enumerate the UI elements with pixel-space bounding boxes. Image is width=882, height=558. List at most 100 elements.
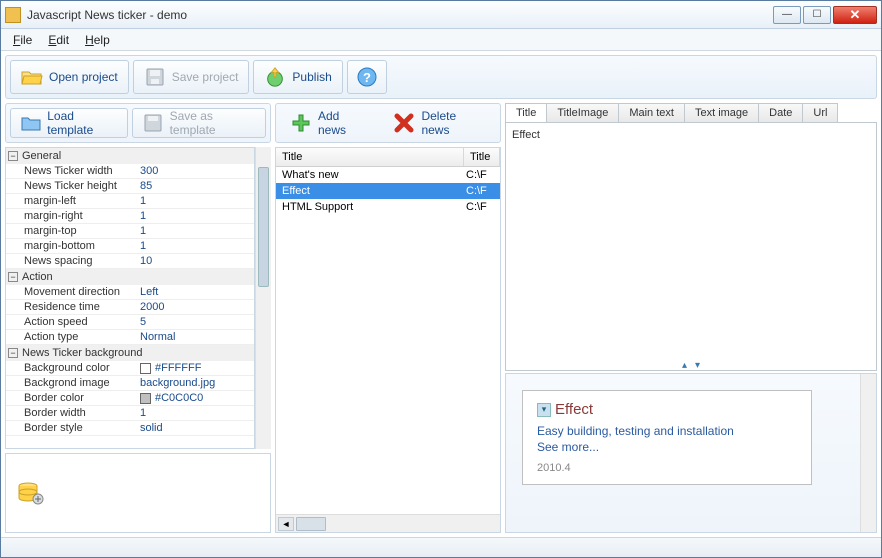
property-row[interactable]: margin-left1 <box>6 194 254 209</box>
property-row[interactable]: margin-bottom1 <box>6 239 254 254</box>
property-value: background.jpg <box>140 377 215 389</box>
property-row[interactable]: Residence time 2000 <box>6 300 254 315</box>
preview-line2[interactable]: See more... <box>537 440 797 454</box>
property-group-general[interactable]: −General <box>6 148 254 164</box>
property-group-news-ticker-background[interactable]: −News Ticker background <box>6 345 254 361</box>
news-img-path: C:\F <box>464 184 500 198</box>
property-value: 10 <box>140 255 152 267</box>
scroll-thumb[interactable] <box>296 517 326 531</box>
property-grid[interactable]: −GeneralNews Ticker width300News Ticker … <box>5 147 255 449</box>
property-row[interactable]: News spacing 10 <box>6 254 254 269</box>
collapse-icon[interactable]: − <box>8 272 18 282</box>
news-list-row[interactable]: What's newC:\F <box>276 167 500 183</box>
property-row[interactable]: Border color#C0C0C0 <box>6 391 254 406</box>
property-group-label: News Ticker background <box>22 347 142 359</box>
property-key: News spacing <box>6 254 136 268</box>
scroll-left-icon[interactable]: ◄ <box>278 517 294 531</box>
property-value: 1 <box>140 195 146 207</box>
property-group-label: General <box>22 150 61 162</box>
add-news-label: Add news <box>318 109 369 137</box>
property-key: Border style <box>6 421 136 435</box>
property-row[interactable]: News Ticker width 300 <box>6 164 254 179</box>
plus-icon <box>290 112 312 134</box>
property-row[interactable]: Border style solid <box>6 421 254 436</box>
color-swatch-icon <box>140 363 151 374</box>
property-value: 1 <box>140 210 146 222</box>
news-list-hscroll[interactable]: ◄ <box>276 514 500 532</box>
save-as-template-button[interactable]: Save as template <box>132 108 266 138</box>
delete-x-icon <box>393 112 415 134</box>
menu-help[interactable]: Help <box>79 31 116 49</box>
menu-edit[interactable]: Edit <box>42 31 75 49</box>
app-icon <box>5 7 21 23</box>
menu-file[interactable]: File <box>7 31 38 49</box>
tab-date[interactable]: Date <box>758 103 803 122</box>
app-window: Javascript News ticker - demo — ☐ ✕ File… <box>0 0 882 558</box>
minimize-button[interactable]: — <box>773 6 801 24</box>
delete-news-button[interactable]: Delete news <box>383 108 496 138</box>
tab-text-image[interactable]: Text image <box>684 103 759 122</box>
maximize-button[interactable]: ☐ <box>803 6 831 24</box>
tab-titleimage[interactable]: TitleImage <box>546 103 619 122</box>
save-project-button[interactable]: Save project <box>133 60 250 94</box>
news-list-body[interactable]: What's newC:\FEffectC:\FHTML SupportC:\F <box>276 167 500 514</box>
preview-title: Effect <box>555 401 593 418</box>
property-value: solid <box>140 422 163 434</box>
news-list-row[interactable]: HTML SupportC:\F <box>276 199 500 215</box>
tab-url[interactable]: Url <box>802 103 838 122</box>
check-icon: ▾ <box>537 403 551 417</box>
property-row[interactable]: Action speed5 <box>6 315 254 330</box>
preview-date: 2010.4 <box>537 462 797 474</box>
property-row[interactable]: Background color#FFFFFF <box>6 361 254 376</box>
property-key: News Ticker width <box>6 164 136 178</box>
property-value: 2000 <box>140 301 164 313</box>
property-value: 1 <box>140 225 146 237</box>
property-row[interactable]: News Ticker height85 <box>6 179 254 194</box>
property-row[interactable]: margin-top1 <box>6 224 254 239</box>
property-value: 300 <box>140 165 158 177</box>
news-img-path: C:\F <box>464 168 500 182</box>
property-group-action[interactable]: −Action <box>6 269 254 285</box>
load-template-button[interactable]: Load template <box>10 108 128 138</box>
delete-news-label: Delete news <box>421 109 486 137</box>
property-grid-scrollbar[interactable] <box>255 147 271 449</box>
property-key: Backgrond image <box>6 376 136 390</box>
preview-scrollbar[interactable] <box>860 374 876 532</box>
news-list-row[interactable]: EffectC:\F <box>276 183 500 199</box>
tab-main-text[interactable]: Main text <box>618 103 685 122</box>
news-toolbar: Add news Delete news <box>275 103 501 143</box>
publish-button[interactable]: Publish <box>253 60 342 94</box>
tab-content[interactable]: Effect <box>505 122 877 371</box>
collapse-icon[interactable]: − <box>8 348 18 358</box>
open-project-button[interactable]: Open project <box>10 60 129 94</box>
next-icon[interactable]: ▾ <box>695 360 700 371</box>
property-key: Residence time <box>6 300 136 314</box>
col-title[interactable]: Title <box>276 148 464 166</box>
load-template-label: Load template <box>47 109 117 137</box>
property-row[interactable]: Border width1 <box>6 406 254 421</box>
add-news-button[interactable]: Add news <box>280 108 379 138</box>
news-title: What's new <box>276 168 464 182</box>
property-key: Action speed <box>6 315 136 329</box>
close-button[interactable]: ✕ <box>833 6 877 24</box>
news-img-path: C:\F <box>464 200 500 214</box>
property-row[interactable]: Backgrond image background.jpg <box>6 376 254 391</box>
prev-icon[interactable]: ▴ <box>682 360 687 371</box>
database-icon[interactable] <box>16 481 44 505</box>
property-value: Left <box>140 286 158 298</box>
collapse-icon[interactable]: − <box>8 151 18 161</box>
col-titleimg[interactable]: Title <box>464 148 500 166</box>
help-button[interactable]: ? <box>347 60 387 94</box>
publish-label: Publish <box>292 70 331 84</box>
property-value: #FFFFFF <box>155 362 201 374</box>
property-row[interactable]: margin-right1 <box>6 209 254 224</box>
preview-line1: Easy building, testing and installation <box>537 424 797 438</box>
help-icon: ? <box>356 66 378 88</box>
tab-content-text: Effect <box>512 129 540 141</box>
tab-title[interactable]: Title <box>505 103 547 122</box>
save-icon <box>144 66 166 88</box>
folder-icon <box>21 112 41 134</box>
property-row[interactable]: Action typeNormal <box>6 330 254 345</box>
property-row[interactable]: Movement directionLeft <box>6 285 254 300</box>
window-title: Javascript News ticker - demo <box>27 8 773 22</box>
